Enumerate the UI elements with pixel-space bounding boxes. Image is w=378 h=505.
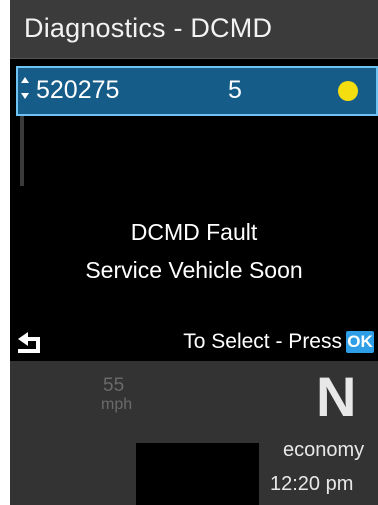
scrollbar[interactable] xyxy=(20,116,24,186)
clock: 12:20 pm xyxy=(270,473,354,495)
fault-message-title: DCMD Fault xyxy=(130,219,258,245)
cluster-status-bar: 55 mph N economy 12:20 pm xyxy=(10,361,378,505)
scroll-up-icon[interactable] xyxy=(21,77,29,83)
page-title: Diagnostics - DCMD xyxy=(24,13,273,43)
fault-count: 5 xyxy=(228,76,242,104)
gear-indicator: N xyxy=(316,365,357,428)
drive-mode: economy xyxy=(283,439,365,461)
scroll-down-icon[interactable] xyxy=(21,93,29,99)
info-panel xyxy=(136,443,259,505)
title-bar: Diagnostics - DCMD xyxy=(10,0,378,59)
instrument-display: Diagnostics - DCMD 520275 5 DCMD Fault S… xyxy=(10,0,378,505)
diagnostics-screen: 520275 5 DCMD Fault Service Vehicle Soon… xyxy=(10,59,378,361)
status-indicator-icon xyxy=(338,81,358,101)
speed-unit: mph xyxy=(101,396,133,413)
select-hint: To Select - Press xyxy=(183,330,342,353)
back-arrow-icon[interactable] xyxy=(16,331,46,355)
fault-list-item[interactable]: 520275 5 xyxy=(16,66,378,116)
fault-code: 520275 xyxy=(36,76,120,104)
ok-button-icon[interactable]: OK xyxy=(346,331,374,353)
speed-readout: 55 xyxy=(103,375,125,396)
fault-message-action: Service Vehicle Soon xyxy=(85,257,303,283)
